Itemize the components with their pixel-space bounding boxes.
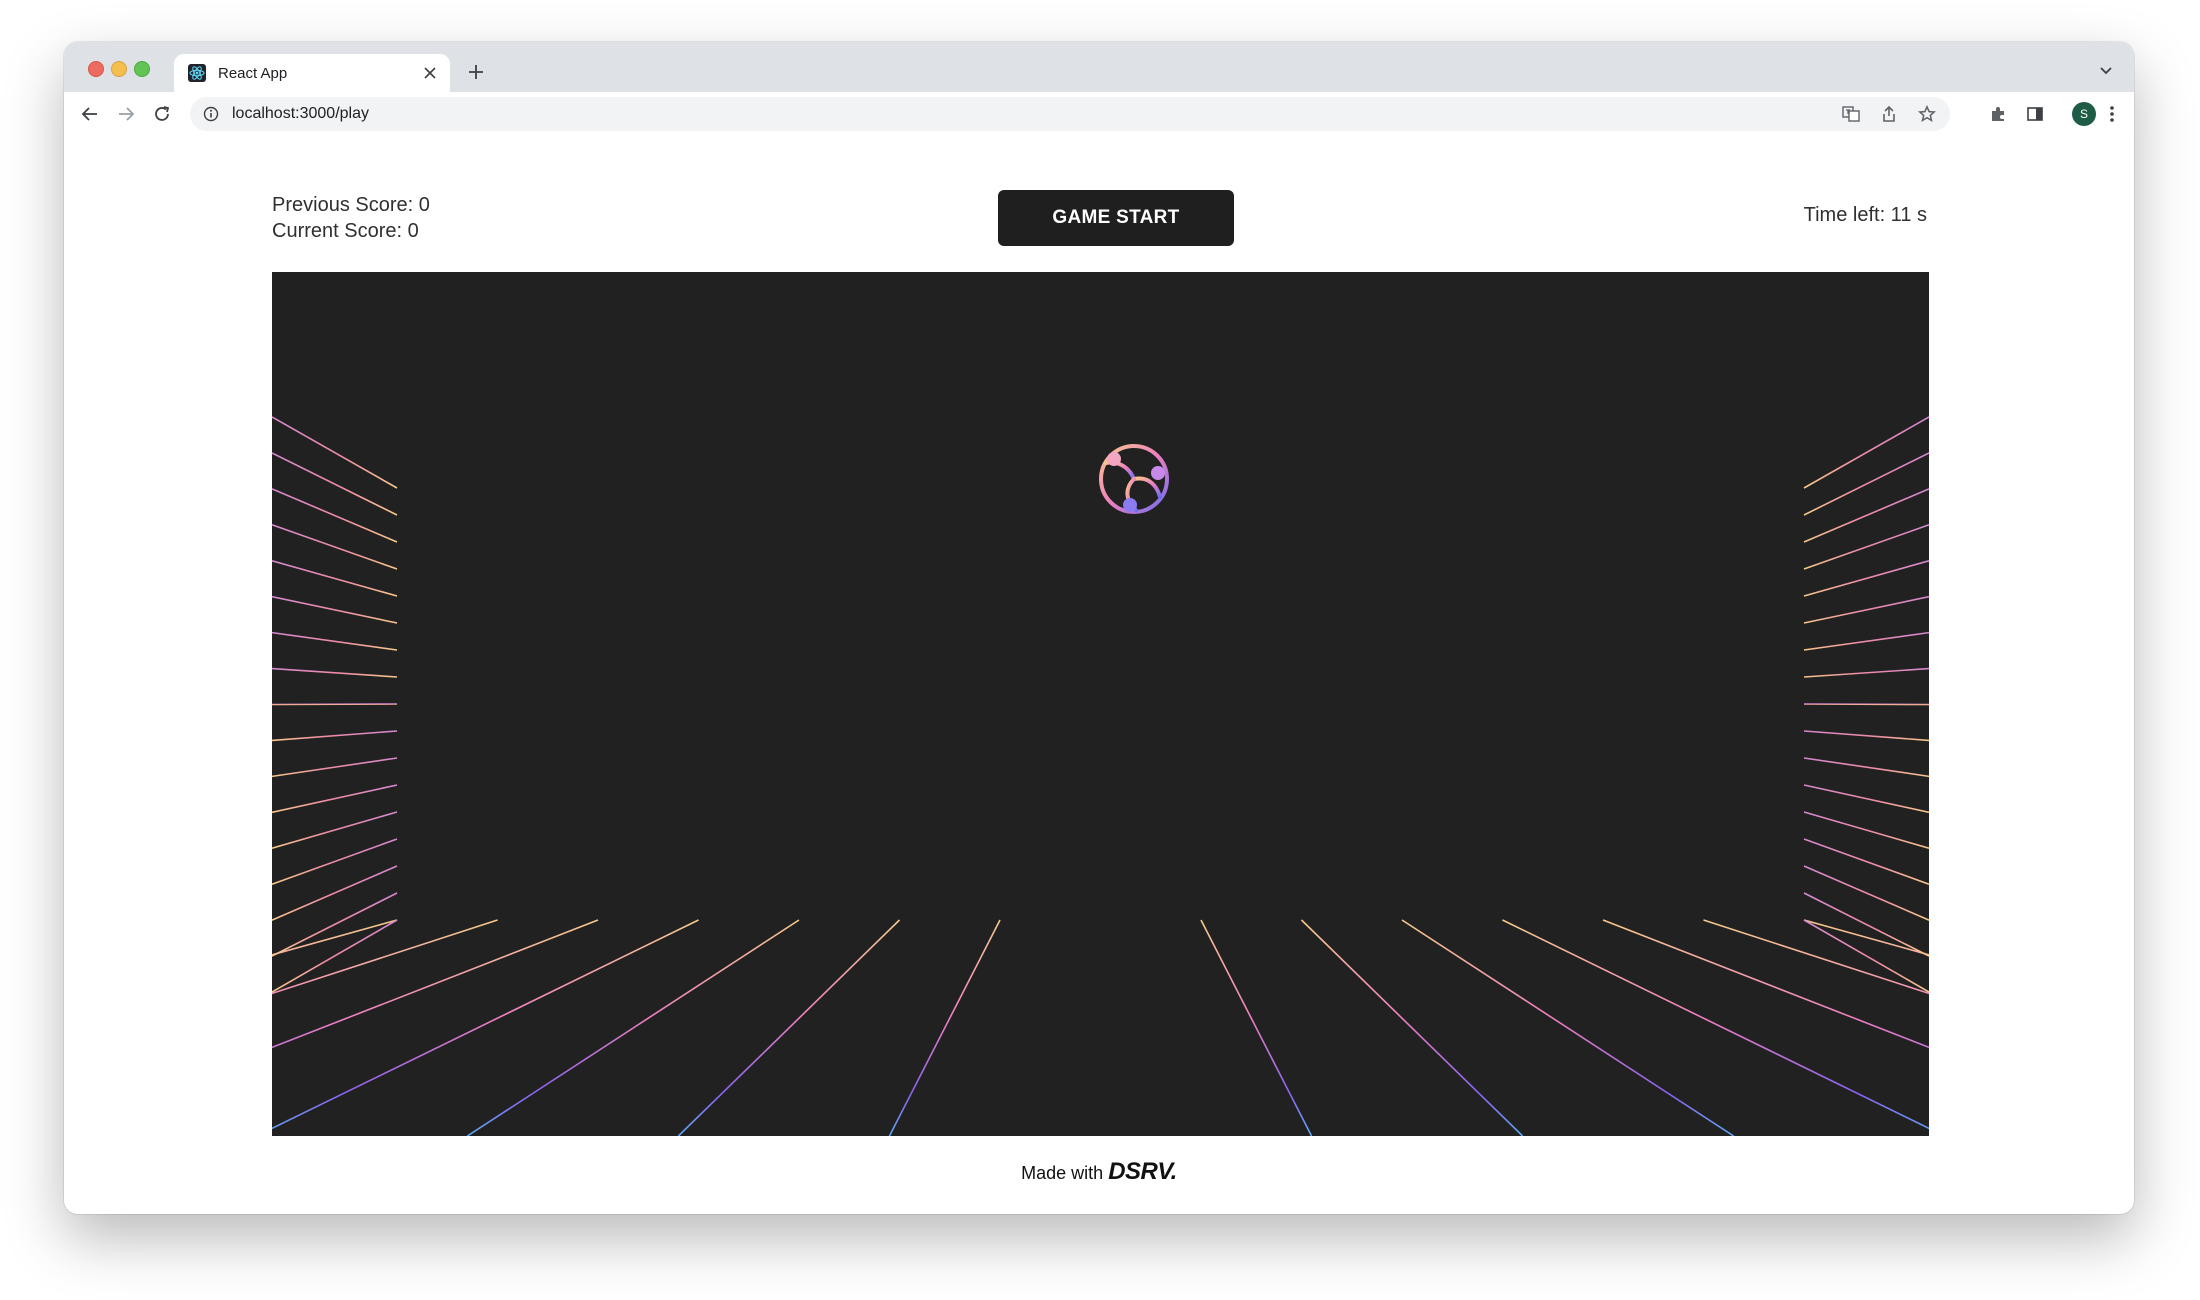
grid-line xyxy=(1803,703,1929,706)
chevron-down-icon[interactable] xyxy=(2094,58,2118,82)
current-score: Current Score: 0 xyxy=(272,220,419,242)
game-scene xyxy=(272,416,1929,1136)
time-left: Time left: 11 s xyxy=(1803,204,1927,226)
ball-icon[interactable] xyxy=(1099,444,1169,514)
tab-strip: React App xyxy=(64,42,2134,92)
url-text[interactable]: localhost:3000/play xyxy=(232,105,369,123)
reload-icon[interactable] xyxy=(148,100,176,128)
tab-title: React App xyxy=(218,64,288,82)
close-window-button[interactable] xyxy=(88,61,104,77)
forward-icon[interactable] xyxy=(112,100,140,128)
star-icon[interactable] xyxy=(1914,101,1940,127)
browser-window: React App localhost:3000/play S Previous… xyxy=(64,42,2134,1214)
sidepanel-icon[interactable] xyxy=(2021,100,2049,128)
puzzle-icon[interactable] xyxy=(1984,100,2012,128)
address-bar[interactable]: localhost:3000/play xyxy=(190,97,1950,131)
page-content: Previous Score: 0 Current Score: 0 GAME … xyxy=(64,136,2134,1214)
footer-credit: Made with DSRV. xyxy=(64,1158,2134,1186)
previous-score: Previous Score: 0 xyxy=(272,194,430,216)
share-icon[interactable] xyxy=(1876,101,1902,127)
info-icon[interactable] xyxy=(202,105,220,123)
game-canvas[interactable] xyxy=(272,272,1929,1136)
plus-icon[interactable] xyxy=(462,58,490,86)
tab-react-app[interactable]: React App xyxy=(174,54,450,92)
credit-prefix: Made with xyxy=(1021,1163,1104,1183)
kebab-menu-icon[interactable] xyxy=(2098,100,2126,128)
browser-toolbar: localhost:3000/play S xyxy=(64,92,2134,137)
right-wall-grid xyxy=(1803,416,1929,993)
grid-line xyxy=(272,703,398,706)
back-icon[interactable] xyxy=(76,100,104,128)
avatar[interactable]: S xyxy=(2072,102,2096,126)
dsrv-logo[interactable]: DSRV. xyxy=(1108,1158,1177,1185)
game-start-button[interactable]: GAME START xyxy=(998,190,1234,246)
omnibox-actions xyxy=(1838,101,1940,127)
floor-grid xyxy=(272,919,1929,1136)
translate-icon[interactable] xyxy=(1838,101,1864,127)
maximize-window-button[interactable] xyxy=(134,61,150,77)
react-logo-icon xyxy=(188,64,206,82)
left-wall-grid xyxy=(272,416,398,993)
minimize-window-button[interactable] xyxy=(111,61,127,77)
close-icon[interactable] xyxy=(416,59,444,87)
score-panel: Previous Score: 0 Current Score: 0 xyxy=(272,192,430,244)
